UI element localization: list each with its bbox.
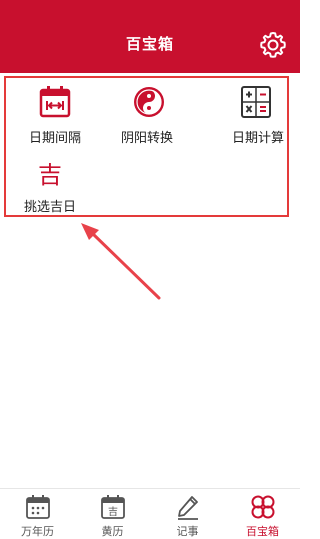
- nav-tab-toolbox[interactable]: 百宝箱: [225, 489, 300, 539]
- date-interval-calendar-icon: [39, 86, 71, 118]
- nav-label: 记事: [176, 525, 199, 538]
- page-title: 百宝箱: [125, 35, 174, 53]
- nav-label: 万年历: [21, 525, 54, 538]
- calendar-icon: [26, 495, 50, 519]
- clover-icon: [251, 495, 275, 519]
- tool-label: 挑选吉日: [23, 200, 76, 215]
- tool-label: 日期间隔: [28, 131, 81, 146]
- nav-tab-notes[interactable]: 记事: [150, 489, 225, 539]
- gear-icon: [260, 32, 286, 58]
- tool-date-interval[interactable]: 日期间隔: [10, 83, 100, 147]
- settings-button[interactable]: [258, 30, 288, 60]
- tool-yin-yang-conversion[interactable]: 阴阳转换: [102, 83, 192, 147]
- app-header: 百宝箱: [0, 0, 300, 73]
- tool-label: 日期计算: [231, 131, 284, 146]
- calculator-icon: [241, 86, 271, 118]
- nav-tab-calendar[interactable]: 万年历: [0, 489, 75, 539]
- almanac-icon: 吉: [101, 495, 125, 519]
- pencil-icon: [178, 496, 198, 520]
- nav-tab-almanac[interactable]: 吉 黄历: [75, 489, 150, 539]
- tool-date-calculation[interactable]: 日期计算: [213, 83, 303, 147]
- auspicious-day-icon: 吉: [38, 161, 62, 189]
- toolbox-panel: 日期间隔 阴阳转换 日期计算 吉 挑选吉日: [4, 76, 289, 217]
- nav-label: 黄历: [101, 525, 124, 538]
- bottom-navigation: 万年历 吉 黄历 记事 百宝箱: [0, 488, 300, 539]
- yin-yang-icon: [134, 87, 164, 117]
- tool-label: 阴阳转换: [120, 131, 173, 146]
- nav-label: 百宝箱: [246, 525, 279, 538]
- almanac-glyph: 吉: [108, 506, 118, 518]
- tool-auspicious-day[interactable]: 吉 挑选吉日: [14, 158, 86, 216]
